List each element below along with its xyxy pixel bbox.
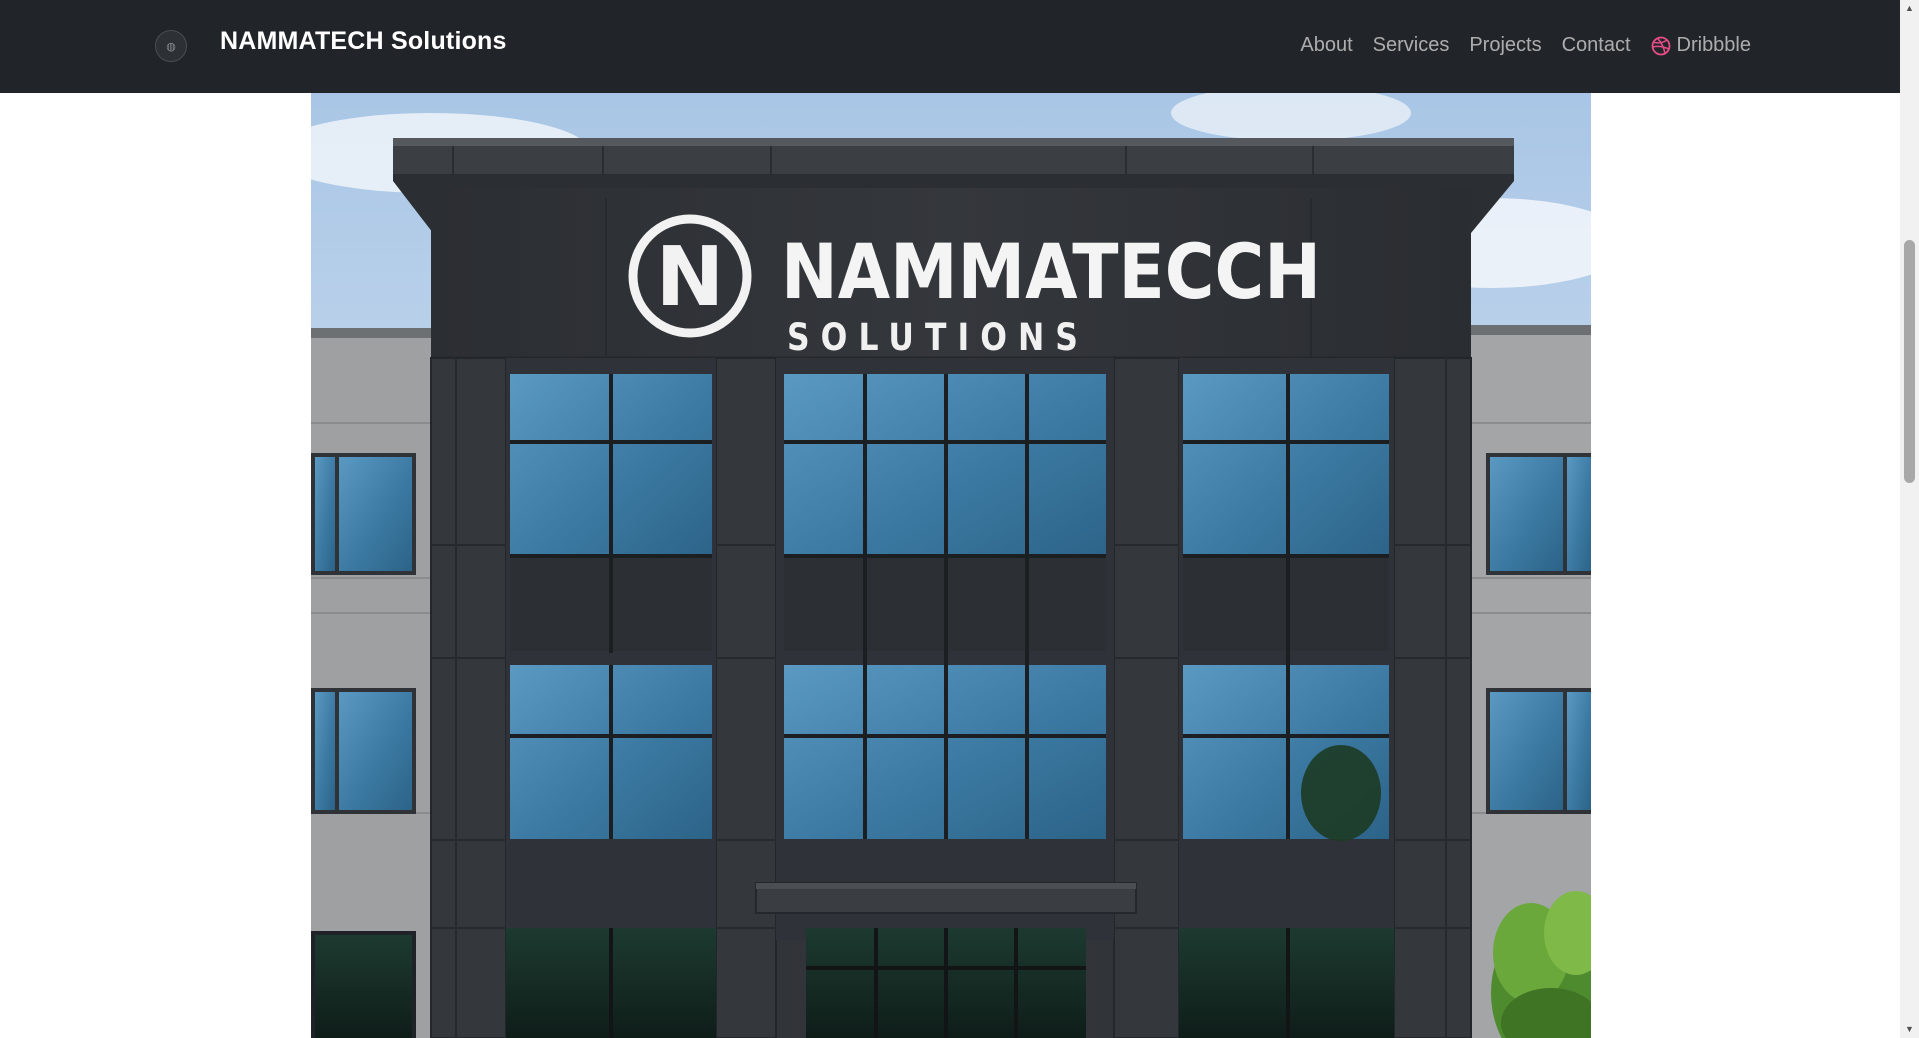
hero-building-image: N NAMMATECCH SOLUTIONS: [311, 93, 1591, 1038]
top-navbar: ◍ NAMMATECH Solutions About Services Pro…: [0, 0, 1900, 93]
nav-link-dribbble-label: Dribbble: [1676, 34, 1751, 56]
nav-link-contact[interactable]: Contact: [1562, 34, 1631, 57]
scroll-down-arrow-icon[interactable]: ▼: [1900, 1021, 1919, 1038]
sign-subtitle: SOLUTIONS: [787, 316, 1089, 359]
brand-name[interactable]: NAMMATECH Solutions: [220, 27, 507, 56]
window-bay-left: [506, 358, 716, 940]
sign-title: NAMMATECCH: [781, 227, 1321, 316]
nav-link-about[interactable]: About: [1300, 34, 1352, 57]
scroll-thumb[interactable]: [1904, 240, 1915, 483]
page-scrollbar[interactable]: ▲ ▼: [1900, 0, 1919, 1038]
brand-logo-glyph: ◍: [166, 40, 176, 53]
nav-links: About Services Projects Contact Dribbble: [1300, 34, 1751, 57]
dribbble-icon: [1651, 36, 1671, 56]
sign-monogram: N: [656, 230, 725, 325]
office-building-illustration: N NAMMATECCH SOLUTIONS: [311, 93, 1591, 1038]
brand-logo-icon[interactable]: ◍: [155, 30, 187, 62]
scroll-up-arrow-icon[interactable]: ▲: [1900, 0, 1919, 17]
nav-link-projects[interactable]: Projects: [1469, 34, 1541, 57]
left-wing: [311, 328, 436, 1038]
window-bay-right: [1179, 358, 1394, 940]
nav-link-dribbble[interactable]: Dribbble: [1651, 34, 1751, 57]
nav-link-services[interactable]: Services: [1373, 34, 1450, 57]
window-bay-center: [776, 358, 1114, 940]
